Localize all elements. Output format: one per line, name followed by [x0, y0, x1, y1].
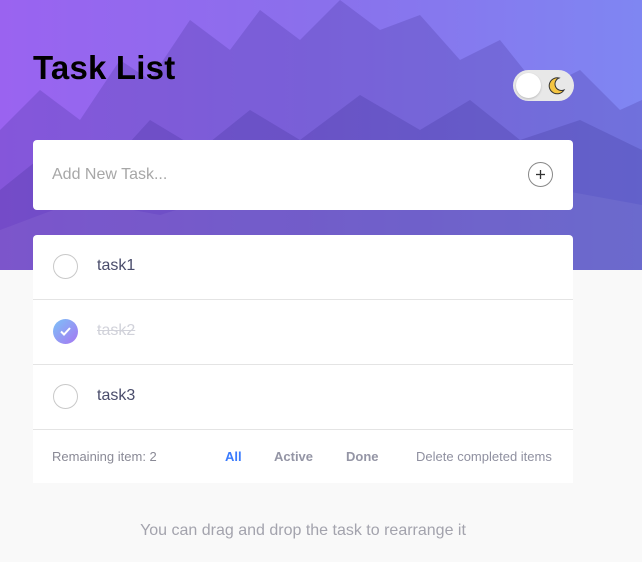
list-footer: Remaining item: 2 All Active Done Delete… [33, 430, 573, 483]
task-item[interactable]: task2 [33, 300, 573, 365]
plus-icon [536, 170, 545, 179]
filter-active[interactable]: Active [274, 449, 313, 464]
moon-icon [548, 77, 566, 95]
mountain-background-image [0, 0, 642, 270]
task-checkbox[interactable] [53, 254, 78, 279]
checkmark-icon [60, 327, 71, 336]
task-item[interactable]: task1 [33, 235, 573, 300]
filter-done[interactable]: Done [346, 449, 379, 464]
page-title: Task List [33, 49, 176, 86]
new-task-input[interactable] [52, 162, 512, 188]
task-label: task3 [97, 387, 136, 404]
task-item[interactable]: task3 [33, 365, 573, 430]
filter-all[interactable]: All [225, 449, 242, 464]
task-label: task2 [97, 322, 136, 339]
add-task-button[interactable] [528, 162, 553, 187]
remaining-count: Remaining item: 2 [52, 449, 157, 464]
theme-toggle[interactable] [513, 70, 574, 101]
delete-completed-button[interactable]: Delete completed items [416, 449, 552, 464]
drag-hint: You can drag and drop the task to rearra… [140, 522, 466, 539]
new-task-form [33, 140, 573, 210]
task-checkbox[interactable] [53, 319, 78, 344]
task-list: task1 task2 task3 Remaining item: 2 All … [33, 235, 573, 483]
task-checkbox[interactable] [53, 384, 78, 409]
toggle-knob [516, 73, 541, 98]
task-label: task1 [97, 257, 136, 274]
hero-banner [0, 0, 642, 270]
